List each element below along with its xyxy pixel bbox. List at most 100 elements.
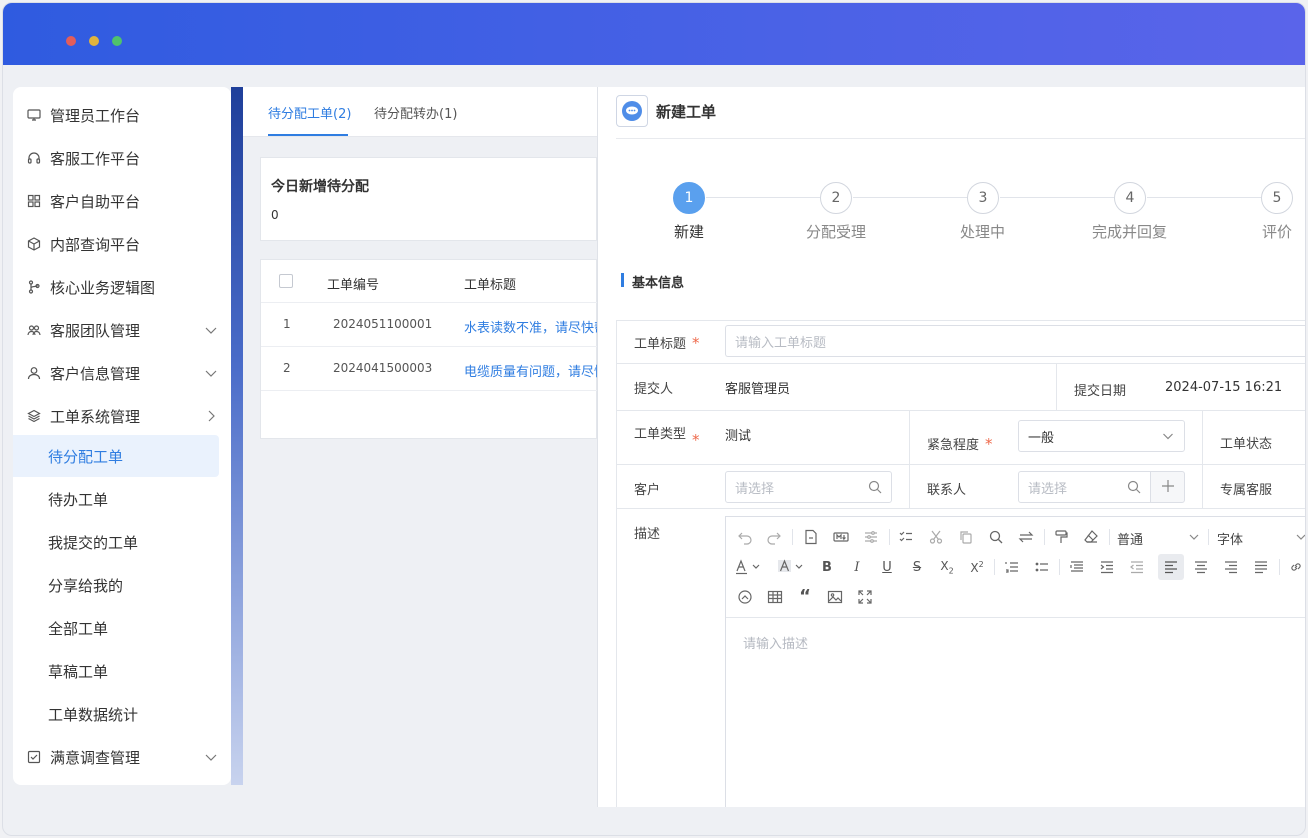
sidebar-sub-drafts[interactable]: 草稿工单 xyxy=(13,650,219,692)
paragraph-style-select[interactable]: 普通 xyxy=(1117,529,1143,548)
active-tab-indicator xyxy=(268,134,348,136)
sidebar-item-satisfaction-survey[interactable]: 满意调查管理 xyxy=(13,736,231,778)
maximize-window-button[interactable] xyxy=(112,36,122,46)
table-row[interactable]: 1 2024051100001 水表读数不准，请尽快帮 xyxy=(261,303,607,347)
row-index: 2 xyxy=(283,361,291,375)
image-icon[interactable] xyxy=(825,587,845,607)
settings-sliders-icon[interactable] xyxy=(861,527,881,547)
new-document-icon[interactable] xyxy=(801,527,821,547)
swap-icon[interactable] xyxy=(1016,527,1036,547)
row-title-link[interactable]: 水表读数不准，请尽快帮 xyxy=(464,317,607,336)
superscript-icon[interactable]: X2 xyxy=(967,557,987,577)
step-5-label: 评价 xyxy=(1262,223,1293,241)
align-left-icon[interactable] xyxy=(1161,557,1181,577)
title-input[interactable]: 请输入工单标题 xyxy=(725,325,1305,357)
form-line xyxy=(1056,363,1057,410)
required-mark: * xyxy=(692,334,700,352)
select-all-checkbox[interactable] xyxy=(279,274,293,288)
underline-icon[interactable]: U xyxy=(877,557,897,577)
font-family-select[interactable]: 字体 xyxy=(1217,529,1243,548)
cut-icon[interactable] xyxy=(926,527,946,547)
monitor-icon xyxy=(26,107,42,123)
add-contact-button[interactable] xyxy=(1150,471,1185,503)
contact-select[interactable]: 请选择 xyxy=(1018,471,1151,503)
form-line xyxy=(909,410,910,508)
fullscreen-icon[interactable] xyxy=(855,587,875,607)
sidebar-item-service-platform[interactable]: 客服工作平台 xyxy=(13,137,231,179)
toolbar-separator xyxy=(994,559,995,575)
sidebar-item-self-service[interactable]: 客户自助平台 xyxy=(13,180,231,222)
tab-pending-transfer[interactable]: 待分配转办(1) xyxy=(374,103,457,122)
sidebar-item-label: 满意调查管理 xyxy=(50,748,141,767)
user-icon xyxy=(26,365,42,381)
eraser-icon[interactable] xyxy=(1081,527,1101,547)
close-window-button[interactable] xyxy=(66,36,76,46)
font-color-icon[interactable] xyxy=(735,557,763,577)
ordered-list-icon[interactable] xyxy=(1002,557,1022,577)
chevron-down-icon xyxy=(1291,527,1305,547)
chevron-right-icon xyxy=(203,408,219,424)
highlight-color-icon[interactable] xyxy=(778,557,806,577)
step-connector xyxy=(1000,197,1114,198)
sidebar-item-team-management[interactable]: 客服团队管理 xyxy=(13,309,231,351)
minimize-window-button[interactable] xyxy=(89,36,99,46)
customer-select[interactable]: 请选择 xyxy=(725,471,892,503)
link-icon[interactable] xyxy=(1286,557,1305,577)
tab-pending-assign[interactable]: 待分配工单(2) xyxy=(268,103,351,122)
contact-label: 联系人 xyxy=(927,483,967,498)
align-center-icon[interactable] xyxy=(1191,557,1211,577)
search-icon[interactable] xyxy=(986,527,1006,547)
step-connector xyxy=(706,197,820,198)
sidebar-item-internal-query[interactable]: 内部查询平台 xyxy=(13,223,231,265)
sidebar-item-admin-workbench[interactable]: 管理员工作台 xyxy=(13,94,231,136)
bold-icon[interactable]: B xyxy=(817,557,837,577)
chevron-down-icon xyxy=(203,322,219,338)
align-right-icon[interactable] xyxy=(1221,557,1241,577)
step-5-circle: 5 xyxy=(1261,182,1293,214)
sidebar-item-ticket-system[interactable]: 工单系统管理 xyxy=(13,395,231,437)
sidebar-sub-statistics[interactable]: 工单数据统计 xyxy=(13,693,219,735)
table-row[interactable]: 2 2024041500003 电缆质量有问题，请尽快 xyxy=(261,347,607,391)
toolbar-separator xyxy=(1059,559,1060,575)
copy-icon[interactable] xyxy=(956,527,976,547)
sidebar-sub-shared-to-me[interactable]: 分享给我的 xyxy=(13,564,219,606)
step-connector xyxy=(853,197,967,198)
strikethrough-icon[interactable]: S xyxy=(907,557,927,577)
description-label: 描述 xyxy=(634,527,661,542)
markdown-icon[interactable] xyxy=(831,527,851,547)
undo-icon[interactable] xyxy=(735,527,755,547)
step-4-label: 完成并回复 xyxy=(1092,223,1168,241)
customer-placeholder: 请选择 xyxy=(735,481,775,497)
submit-date-value: 2024-07-15 16:21 xyxy=(1165,380,1283,395)
sidebar-sub-pending-assign[interactable]: 待分配工单 xyxy=(13,435,219,477)
required-mark: * xyxy=(985,435,993,453)
exclusive-agent-label: 专属客服 xyxy=(1220,483,1273,498)
italic-icon[interactable]: I xyxy=(847,557,867,577)
urgency-select[interactable]: 一般 xyxy=(1018,420,1185,452)
subscript-icon[interactable]: X2 xyxy=(937,557,957,577)
sidebar: 管理员工作台 客服工作平台 客户自助平台 内部查询平台 核心业务逻辑图 客服团队… xyxy=(13,87,231,785)
bullet-list-icon[interactable] xyxy=(1032,557,1052,577)
outdent-icon[interactable] xyxy=(1127,557,1147,577)
sidebar-sub-todo[interactable]: 待办工单 xyxy=(13,478,219,520)
sidebar-item-label: 内部查询平台 xyxy=(50,235,141,254)
quote-icon[interactable]: “ xyxy=(795,587,815,607)
row-title-link[interactable]: 电缆质量有问题，请尽快 xyxy=(464,361,607,380)
checklist-icon[interactable] xyxy=(896,527,916,547)
submitter-label: 提交人 xyxy=(634,382,674,397)
emoji-icon[interactable] xyxy=(735,587,755,607)
indent-icon[interactable] xyxy=(1097,557,1117,577)
sidebar-sub-my-submitted[interactable]: 我提交的工单 xyxy=(13,521,219,563)
align-justify-icon[interactable] xyxy=(1251,557,1271,577)
sidebar-sub-all-tickets[interactable]: 全部工单 xyxy=(13,607,219,649)
section-title: 基本信息 xyxy=(632,276,685,291)
headset-icon xyxy=(26,150,42,166)
sidebar-item-customer-info[interactable]: 客户信息管理 xyxy=(13,352,231,394)
line-height-icon[interactable] xyxy=(1067,557,1087,577)
table-icon[interactable] xyxy=(765,587,785,607)
submitter-value: 客服管理员 xyxy=(725,382,791,397)
sidebar-item-logic-diagram[interactable]: 核心业务逻辑图 xyxy=(13,266,231,308)
format-painter-icon[interactable] xyxy=(1051,527,1071,547)
rich-text-editor[interactable]: 普通 字体 B I U S X2 X2 “ 请输入描述 xyxy=(725,516,1305,807)
redo-icon[interactable] xyxy=(764,527,784,547)
